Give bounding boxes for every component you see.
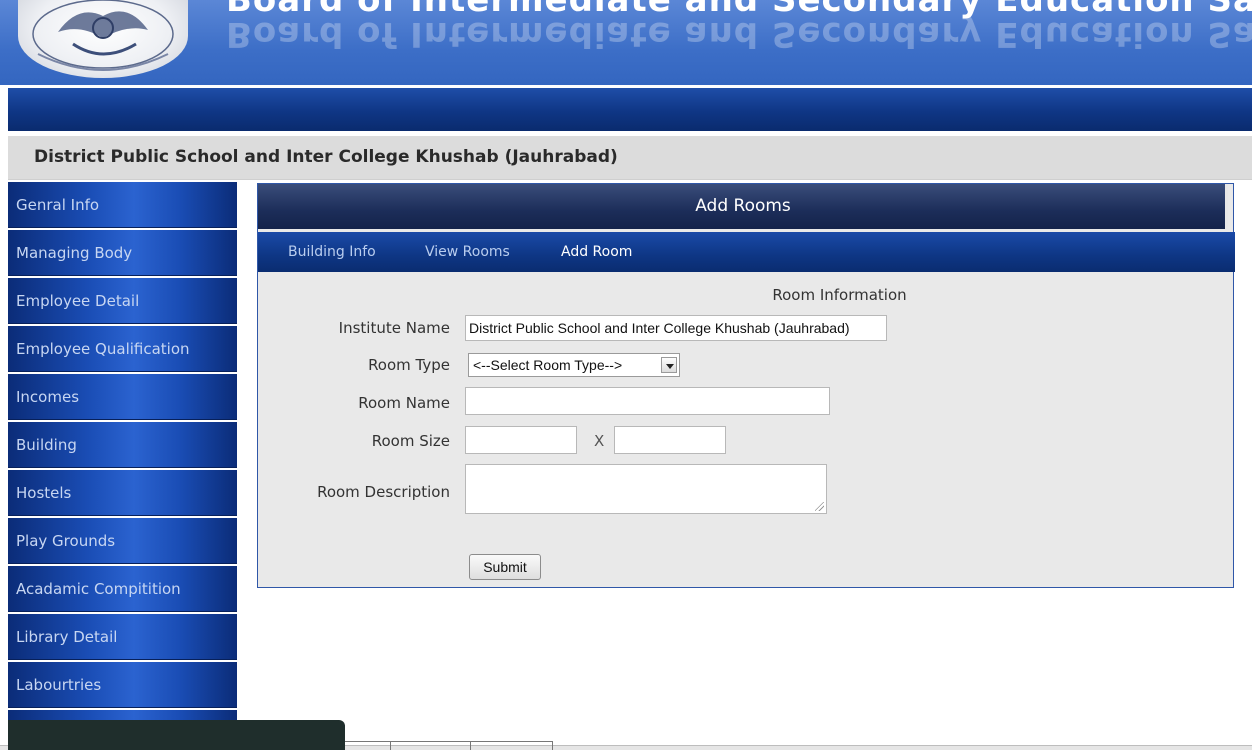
- school-title-bar: District Public School and Inter College…: [8, 136, 1252, 180]
- sidebar-item-employee-detail[interactable]: Employee Detail: [8, 278, 237, 324]
- sidebar-item-label: Employee Detail: [16, 292, 140, 310]
- panel-tabs: Building Info View Rooms Add Room: [258, 232, 1235, 272]
- panel-title: Add Rooms: [695, 196, 791, 216]
- sidebar-item-label: Genral Info: [16, 196, 100, 214]
- institute-name-input[interactable]: District Public School and Inter College…: [465, 315, 887, 341]
- logo-emblem-icon: [32, 0, 174, 71]
- sidebar-item-managing-body[interactable]: Managing Body: [8, 230, 237, 276]
- room-size-length-input[interactable]: [465, 426, 577, 454]
- room-size-separator: X: [594, 432, 605, 450]
- sidebar-item-label: Acadamic Compitition: [16, 580, 181, 598]
- footer-dark-tab: [8, 720, 345, 750]
- tab-building-info[interactable]: Building Info: [288, 244, 376, 260]
- institute-name-label: Institute Name: [338, 319, 450, 337]
- sidebar-item-label: Hostels: [16, 484, 72, 502]
- resize-grip-icon[interactable]: [815, 502, 824, 511]
- chevron-down-icon[interactable]: [661, 357, 677, 373]
- sidebar-item-acadamic-compitition[interactable]: Acadamic Compitition: [8, 566, 237, 612]
- sidebar-item-hostels[interactable]: Hostels: [8, 470, 237, 516]
- add-rooms-panel: Add Rooms Building Info View Rooms Add R…: [257, 183, 1235, 588]
- sidebar-item-play-grounds[interactable]: Play Grounds: [8, 518, 237, 564]
- sidebar-item-label: Incomes: [16, 388, 80, 406]
- sidebar-item-label: Play Grounds: [16, 532, 116, 550]
- sidebar-item-incomes[interactable]: Incomes: [8, 374, 237, 420]
- room-type-label: Room Type: [368, 356, 450, 374]
- sidebar-item-label: Managing Body: [16, 244, 133, 262]
- site-header: Board of Intermediate and Secondary Educ…: [0, 0, 1252, 85]
- room-name-input[interactable]: [465, 387, 830, 415]
- sidebar-item-genral-info[interactable]: Genral Info: [8, 182, 237, 228]
- room-type-select[interactable]: <--Select Room Type-->: [468, 353, 680, 377]
- school-title: District Public School and Inter College…: [34, 147, 618, 167]
- tab-add-room[interactable]: Add Room: [561, 244, 632, 260]
- room-description-label: Room Description: [317, 483, 450, 501]
- tab-view-rooms[interactable]: View Rooms: [425, 244, 510, 260]
- sidebar-item-employee-qualification[interactable]: Employee Qualification: [8, 326, 237, 372]
- room-description-textarea[interactable]: [465, 464, 827, 514]
- top-navbar: [8, 88, 1252, 131]
- sidebar-item-label: Building: [16, 436, 77, 454]
- sidebar-item-label: Library Detail: [16, 628, 118, 646]
- sidebar-item-labourtries[interactable]: Labourtries: [8, 662, 237, 708]
- room-size-width-input[interactable]: [614, 426, 726, 454]
- room-name-label: Room Name: [358, 394, 450, 412]
- sidebar-item-label: Labourtries: [16, 676, 102, 694]
- panel-header: Add Rooms: [258, 184, 1228, 229]
- sidebar-item-label: Employee Qualification: [16, 340, 190, 358]
- room-type-selected: <--Select Room Type-->: [473, 357, 623, 373]
- section-title: Room Information: [772, 286, 907, 304]
- submit-button[interactable]: Submit: [469, 554, 541, 580]
- banner-title-reflection: Board of Intermediate and Secondary Educ…: [226, 14, 1252, 54]
- sidebar-item-library-detail[interactable]: Library Detail: [8, 614, 237, 660]
- sidebar: Genral Info Managing Body Employee Detai…: [8, 182, 237, 732]
- bise-logo: [18, 0, 188, 78]
- room-size-label: Room Size: [371, 432, 450, 450]
- sidebar-item-building[interactable]: Building: [8, 422, 237, 468]
